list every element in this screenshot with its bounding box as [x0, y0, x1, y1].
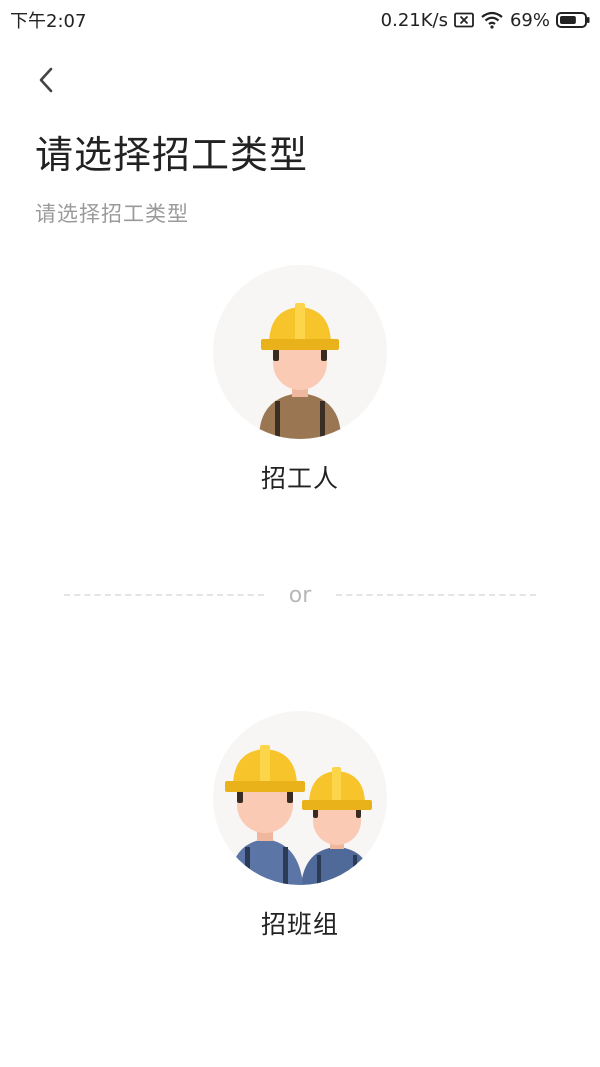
back-button[interactable] — [26, 60, 66, 104]
single-worker-avatar — [213, 265, 387, 439]
battery-icon — [556, 11, 590, 29]
network-speed: 0.21K/s — [380, 9, 448, 31]
single-worker-icon — [259, 303, 341, 439]
status-bar: 下午2:07 0.21K/s 69% — [0, 0, 600, 40]
screen: 下午2:07 0.21K/s 69% 请选择招工类型 请选择招工类型 招工人 o… — [0, 0, 600, 1067]
wifi-icon — [480, 11, 504, 29]
page-title: 请选择招工类型 — [35, 133, 309, 177]
page-subtitle: 请选择招工类型 — [35, 202, 189, 226]
chevron-left-icon — [36, 66, 56, 98]
option-hire-worker-label: 招工人 — [260, 464, 339, 493]
battery-percent: 69% — [509, 9, 550, 31]
or-text: or — [288, 582, 312, 608]
status-right: 0.21K/s 69% — [381, 10, 590, 31]
or-divider: or — [64, 578, 536, 612]
worker-team-icon — [225, 745, 373, 885]
divider-line-right — [335, 594, 536, 596]
option-hire-team[interactable]: 招班组 — [200, 711, 400, 941]
sim-x-icon — [454, 12, 474, 28]
worker-team-avatar — [213, 711, 387, 885]
divider-line-left — [64, 594, 264, 596]
option-hire-worker[interactable]: 招工人 — [200, 265, 400, 495]
status-time: 下午2:07 — [10, 11, 87, 32]
option-hire-team-label: 招班组 — [260, 910, 339, 939]
